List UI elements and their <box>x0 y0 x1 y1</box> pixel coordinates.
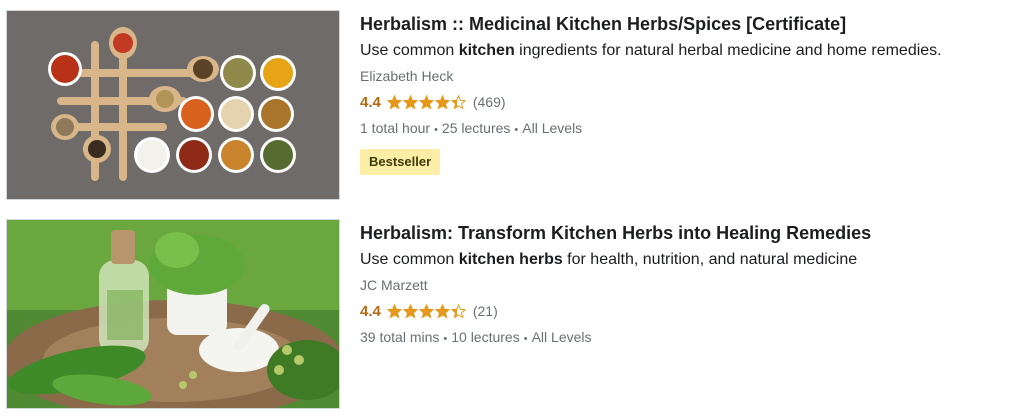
course-level: All Levels <box>531 329 592 345</box>
star-full-icon <box>386 303 402 318</box>
star-full-icon <box>402 94 418 109</box>
course-duration: 39 total mins <box>360 329 440 345</box>
course-title[interactable]: Herbalism: Transform Kitchen Herbs into … <box>360 221 1018 245</box>
description-highlight: kitchen herbs <box>458 251 563 268</box>
star-full-icon <box>402 303 418 318</box>
description-text: Use common <box>360 251 459 268</box>
separator-dot: • <box>434 124 438 136</box>
bestseller-badge: Bestseller <box>360 149 441 175</box>
course-card[interactable]: Herbalism: Transform Kitchen Herbs into … <box>6 219 1018 409</box>
star-half-icon <box>450 94 466 109</box>
herbs-image <box>7 220 339 408</box>
star-full-icon <box>418 94 434 109</box>
course-description: Use common kitchen herbs for health, nut… <box>360 249 1018 271</box>
spices-image <box>7 11 339 199</box>
course-card[interactable]: Herbalism :: Medicinal Kitchen Herbs/Spi… <box>6 10 1018 200</box>
rating-row: 4.4 (469) <box>360 92 1018 112</box>
rating-row: 4.4 (21) <box>360 301 1018 321</box>
description-highlight: kitchen <box>458 42 515 59</box>
course-thumbnail[interactable] <box>6 10 340 200</box>
course-meta: 1 total hour • 25 lectures • All Levels <box>360 119 1018 139</box>
rating-value: 4.4 <box>360 302 381 320</box>
rating-value: 4.4 <box>360 93 381 111</box>
separator-dot: • <box>443 333 448 345</box>
star-rating <box>386 303 467 319</box>
star-half-icon <box>450 303 466 318</box>
description-text: ingredients for natural herbal medicine … <box>514 42 942 59</box>
star-full-icon <box>418 303 434 318</box>
star-full-icon <box>434 94 450 109</box>
course-author: Elizabeth Heck <box>360 68 454 84</box>
course-duration: 1 total hour <box>360 120 431 136</box>
course-lectures: 10 lectures <box>451 329 520 345</box>
course-info: Herbalism :: Medicinal Kitchen Herbs/Spi… <box>360 10 1018 175</box>
rating-count: (21) <box>472 303 498 319</box>
star-rating <box>386 94 467 110</box>
course-description: Use common kitchen ingredients for natur… <box>360 40 1018 62</box>
description-text: for health, nutrition, and natural medic… <box>562 251 858 268</box>
star-full-icon <box>386 94 402 109</box>
course-lectures: 25 lectures <box>441 120 511 136</box>
course-info: Herbalism: Transform Kitchen Herbs into … <box>360 219 1018 348</box>
description-text: Use common <box>360 42 459 59</box>
separator-dot: • <box>514 124 519 136</box>
star-full-icon <box>434 303 450 318</box>
course-level: All Levels <box>522 120 583 136</box>
separator-dot: • <box>523 333 528 345</box>
course-meta: 39 total mins • 10 lectures • All Levels <box>360 328 1018 348</box>
course-author: JC Marzett <box>360 277 428 293</box>
course-thumbnail[interactable] <box>6 219 340 409</box>
rating-count: (469) <box>472 94 506 110</box>
course-title[interactable]: Herbalism :: Medicinal Kitchen Herbs/Spi… <box>360 12 1018 36</box>
